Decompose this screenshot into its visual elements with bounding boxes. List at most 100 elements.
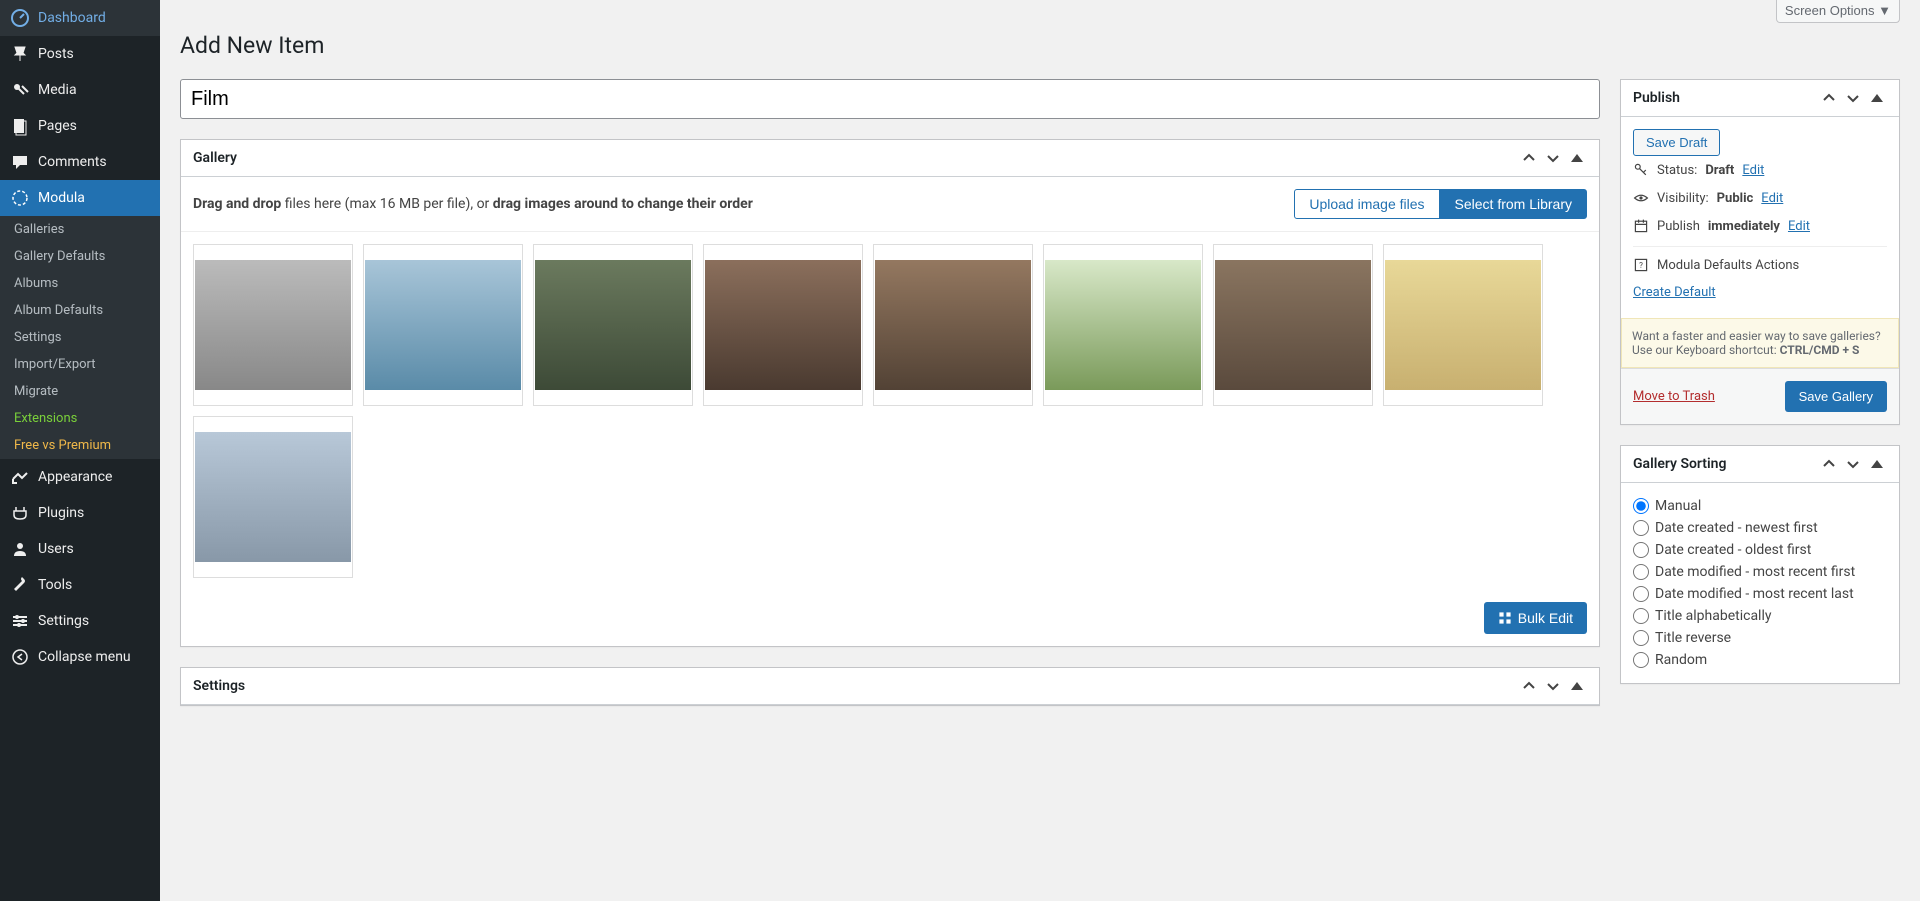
gallery-thumb[interactable] — [533, 244, 693, 406]
main-content: Screen Options ▼ Add New Item Gallery — [160, 0, 1920, 901]
gallery-thumb[interactable] — [193, 244, 353, 406]
sidebar-item-dashboard[interactable]: Dashboard — [0, 0, 160, 36]
sidebar-item-label: Tools — [38, 577, 72, 593]
grid-icon — [1498, 611, 1512, 625]
sidebar-item-settings[interactable]: Settings — [0, 603, 160, 639]
gallery-thumb[interactable] — [873, 244, 1033, 406]
visibility-edit-link[interactable]: Edit — [1761, 191, 1783, 206]
calendar-icon — [1633, 218, 1649, 234]
save-gallery-button[interactable]: Save Gallery — [1785, 381, 1887, 412]
move-to-trash-link[interactable]: Move to Trash — [1633, 389, 1715, 404]
sidebar-item-appearance[interactable]: Appearance — [0, 459, 160, 495]
gallery-thumb[interactable] — [1043, 244, 1203, 406]
sidebar-item-label: Posts — [38, 46, 74, 62]
sorting-label: Date modified - most recent first — [1655, 564, 1855, 580]
sorting-radio[interactable] — [1633, 520, 1649, 536]
chevron-down-icon[interactable] — [1543, 148, 1563, 168]
gallery-thumb[interactable] — [193, 416, 353, 578]
defaults-label: Modula Defaults Actions — [1657, 258, 1799, 273]
submenu-extensions[interactable]: Extensions — [0, 405, 160, 432]
sidebar-item-users[interactable]: Users — [0, 531, 160, 567]
visibility-value: Public — [1717, 191, 1754, 206]
status-label: Status: — [1657, 163, 1697, 178]
sorting-option[interactable]: Title reverse — [1633, 627, 1887, 649]
sidebar-item-tools[interactable]: Tools — [0, 567, 160, 603]
chevron-up-icon[interactable] — [1519, 676, 1539, 696]
dashboard-icon — [10, 8, 30, 28]
sidebar-item-label: Pages — [38, 118, 77, 134]
gallery-postbox: Gallery Drag and drop files here (max 16… — [180, 139, 1600, 647]
submenu-import-export[interactable]: Import/Export — [0, 351, 160, 378]
sidebar-item-plugins[interactable]: Plugins — [0, 495, 160, 531]
sidebar-item-label: Appearance — [38, 469, 112, 485]
triangle-up-icon[interactable] — [1867, 454, 1887, 474]
submenu-galleries[interactable]: Galleries — [0, 216, 160, 243]
question-icon: ? — [1633, 257, 1649, 273]
status-value: Draft — [1705, 163, 1734, 178]
submenu-albums[interactable]: Albums — [0, 270, 160, 297]
submenu-gallery-defaults[interactable]: Gallery Defaults — [0, 243, 160, 270]
gallery-thumb[interactable] — [1383, 244, 1543, 406]
sidebar-item-pages[interactable]: Pages — [0, 108, 160, 144]
sorting-radio[interactable] — [1633, 498, 1649, 514]
sorting-options: Manual Date created - newest first Date cr… — [1621, 483, 1899, 683]
submenu-settings[interactable]: Settings — [0, 324, 160, 351]
chevron-up-icon[interactable] — [1519, 148, 1539, 168]
sorting-radio[interactable] — [1633, 586, 1649, 602]
sidebar-item-modula[interactable]: Modula — [0, 180, 160, 216]
media-icon — [10, 80, 30, 100]
sorting-radio[interactable] — [1633, 652, 1649, 668]
comments-icon — [10, 152, 30, 172]
chevron-down-icon[interactable] — [1843, 454, 1863, 474]
sorting-option[interactable]: Date created - oldest first — [1633, 539, 1887, 561]
save-draft-button[interactable]: Save Draft — [1633, 129, 1720, 156]
chevron-down-icon[interactable] — [1543, 676, 1563, 696]
sidebar-item-comments[interactable]: Comments — [0, 144, 160, 180]
submenu-album-defaults[interactable]: Album Defaults — [0, 297, 160, 324]
select-library-button[interactable]: Select from Library — [1440, 189, 1587, 219]
sorting-radio[interactable] — [1633, 564, 1649, 580]
sorting-option[interactable]: Title alphabetically — [1633, 605, 1887, 627]
upload-files-button[interactable]: Upload image files — [1294, 189, 1439, 219]
sidebar-item-collapse[interactable]: Collapse menu — [0, 639, 160, 675]
sorting-postbox-title: Gallery Sorting — [1633, 446, 1726, 482]
hint-prefix: Drag and drop — [193, 196, 281, 212]
triangle-up-icon[interactable] — [1567, 676, 1587, 696]
status-edit-link[interactable]: Edit — [1742, 163, 1764, 178]
sidebar-item-media[interactable]: Media — [0, 72, 160, 108]
title-input[interactable] — [180, 79, 1600, 119]
promo-shortcut: CTRL/CMD + S — [1780, 343, 1860, 357]
sorting-radio[interactable] — [1633, 542, 1649, 558]
sorting-option[interactable]: Date created - newest first — [1633, 517, 1887, 539]
sorting-option[interactable]: Random — [1633, 649, 1887, 671]
sorting-label: Date created - oldest first — [1655, 542, 1811, 558]
publish-edit-link[interactable]: Edit — [1788, 219, 1810, 234]
chevron-up-icon[interactable] — [1819, 88, 1839, 108]
tools-icon — [10, 575, 30, 595]
triangle-up-icon[interactable] — [1867, 88, 1887, 108]
promo-box: Want a faster and easier way to save gal… — [1621, 318, 1899, 368]
gallery-thumb[interactable] — [703, 244, 863, 406]
sorting-label: Date created - newest first — [1655, 520, 1818, 536]
settings-postbox-title: Settings — [193, 668, 245, 704]
bulk-edit-button[interactable]: Bulk Edit — [1484, 602, 1587, 634]
create-default-link[interactable]: Create Default — [1633, 285, 1716, 300]
gallery-thumb[interactable] — [1213, 244, 1373, 406]
triangle-up-icon[interactable] — [1567, 148, 1587, 168]
sorting-option[interactable]: Date modified - most recent first — [1633, 561, 1887, 583]
sorting-radio[interactable] — [1633, 608, 1649, 624]
gallery-thumb[interactable] — [363, 244, 523, 406]
chevron-up-icon[interactable] — [1819, 454, 1839, 474]
screen-options-button[interactable]: Screen Options ▼ — [1776, 0, 1900, 23]
sorting-radio[interactable] — [1633, 630, 1649, 646]
chevron-down-icon[interactable] — [1843, 88, 1863, 108]
sidebar-item-posts[interactable]: Posts — [0, 36, 160, 72]
submenu-migrate[interactable]: Migrate — [0, 378, 160, 405]
submenu-free-vs-premium[interactable]: Free vs Premium — [0, 432, 160, 459]
sorting-option[interactable]: Manual — [1633, 495, 1887, 517]
sorting-option[interactable]: Date modified - most recent last — [1633, 583, 1887, 605]
eye-icon — [1633, 190, 1649, 206]
plugins-icon — [10, 503, 30, 523]
sidebar-item-label: Collapse menu — [38, 649, 131, 665]
pin-icon — [10, 44, 30, 64]
